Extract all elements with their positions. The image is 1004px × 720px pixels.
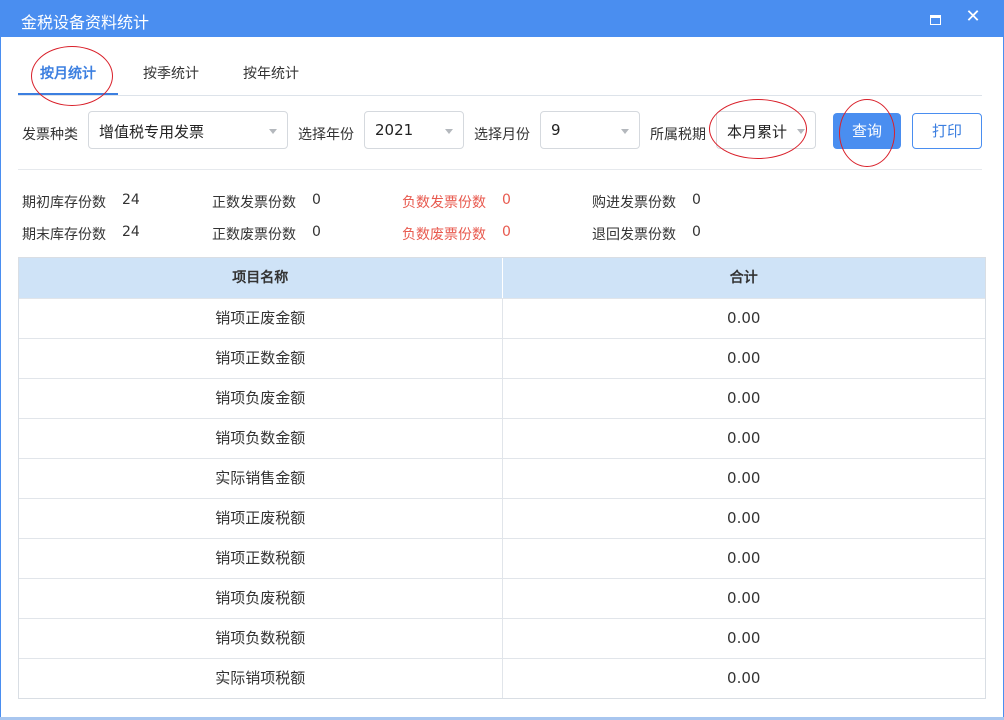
close-icon: ✕ — [965, 6, 981, 27]
header-total: 合计 — [729, 270, 758, 286]
row-name: 销项正数税额 — [19, 539, 503, 578]
row-total: 0.00 — [727, 629, 761, 647]
row-total: 0.00 — [727, 429, 761, 447]
year-value: 2021 — [375, 121, 414, 139]
negative-issued-label: 负数发票份数 — [402, 195, 486, 211]
purchased-label: 购进发票份数 — [592, 195, 676, 211]
negative-void-value: 0 — [502, 224, 511, 240]
table-row[interactable]: 销项正数税额 0.00 — [19, 538, 985, 578]
query-button[interactable]: 查询 — [833, 113, 901, 149]
row-total: 0.00 — [727, 509, 761, 527]
month-label: 选择月份 — [474, 127, 530, 143]
row-total: 0.00 — [727, 349, 761, 367]
row-total: 0.00 — [727, 389, 761, 407]
statistics-window: 金税设备资料统计 ✕ 按月统计 按季统计 按年统计 发票种类 增值税专用发票 选… — [0, 0, 1004, 720]
table-row[interactable]: 销项负数税额 0.00 — [19, 618, 985, 658]
summary-table: 项目名称 合计 销项正废金额 0.00 销项正数金额 0.00 销项负废金额 0.00… — [18, 257, 986, 699]
table-row[interactable]: 销项正废税额 0.00 — [19, 498, 985, 538]
chevron-down-icon — [445, 129, 453, 134]
returned-label: 退回发票份数 — [592, 227, 676, 243]
divider — [18, 169, 982, 170]
year-select[interactable]: 2021 — [364, 111, 464, 149]
row-name: 销项负废税额 — [19, 579, 503, 618]
close-button[interactable]: ✕ — [959, 5, 987, 33]
closing-stock-value: 24 — [122, 224, 140, 240]
positive-issued-value: 0 — [312, 192, 321, 208]
maximize-button[interactable] — [921, 5, 949, 33]
positive-issued-label: 正数发票份数 — [212, 195, 296, 211]
month-select[interactable]: 9 — [540, 111, 640, 149]
row-name: 销项负数税额 — [19, 619, 503, 658]
row-name: 销项正废金额 — [19, 299, 503, 338]
positive-void-value: 0 — [312, 224, 321, 240]
print-button[interactable]: 打印 — [912, 113, 982, 149]
row-total: 0.00 — [727, 469, 761, 487]
row-total: 0.00 — [727, 589, 761, 607]
table-row[interactable]: 实际销项税额 0.00 — [19, 658, 985, 698]
header-item-name: 项目名称 — [19, 258, 503, 298]
table-header: 项目名称 合计 — [19, 258, 985, 298]
invoice-type-value: 增值税专用发票 — [99, 123, 205, 141]
year-label: 选择年份 — [298, 127, 354, 143]
row-name: 销项正数金额 — [19, 339, 503, 378]
row-name: 实际销售金额 — [19, 459, 503, 498]
period-select[interactable]: 本月累计 — [716, 111, 816, 149]
row-name: 销项负废金额 — [19, 379, 503, 418]
period-value: 本月累计 — [727, 123, 788, 141]
window-title: 金税设备资料统计 — [21, 13, 150, 32]
table-row[interactable]: 销项负废税额 0.00 — [19, 578, 985, 618]
table-row[interactable]: 销项负废金额 0.00 — [19, 378, 985, 418]
table-row[interactable]: 销项正数金额 0.00 — [19, 338, 985, 378]
table-row[interactable]: 实际销售金额 0.00 — [19, 458, 985, 498]
returned-value: 0 — [692, 224, 701, 240]
row-name: 实际销项税额 — [19, 659, 503, 698]
row-name: 销项正废税额 — [19, 499, 503, 538]
tab-bar: 按月统计 按季统计 按年统计 — [18, 59, 982, 96]
chevron-down-icon — [269, 129, 277, 134]
positive-void-label: 正数废票份数 — [212, 227, 296, 243]
opening-stock-value: 24 — [122, 192, 140, 208]
negative-issued-value: 0 — [502, 192, 511, 208]
tab-yearly[interactable]: 按年统计 — [231, 59, 311, 95]
negative-void-label: 负数废票份数 — [402, 227, 486, 243]
chevron-down-icon — [621, 129, 629, 134]
row-total: 0.00 — [727, 549, 761, 567]
table-row[interactable]: 销项正废金额 0.00 — [19, 298, 985, 338]
tab-monthly[interactable]: 按月统计 — [18, 59, 118, 95]
closing-stock-label: 期末库存份数 — [22, 227, 106, 243]
invoice-type-select[interactable]: 增值税专用发票 — [88, 111, 288, 149]
row-total: 0.00 — [727, 309, 761, 327]
title-bar: 金税设备资料统计 ✕ — [1, 1, 1003, 37]
row-name: 销项负数金额 — [19, 419, 503, 458]
chevron-down-icon — [797, 129, 805, 134]
tab-quarterly[interactable]: 按季统计 — [131, 59, 211, 95]
opening-stock-label: 期初库存份数 — [22, 195, 106, 211]
period-label: 所属税期 — [650, 127, 706, 143]
month-value: 9 — [551, 121, 561, 139]
table-row[interactable]: 销项负数金额 0.00 — [19, 418, 985, 458]
purchased-value: 0 — [692, 192, 701, 208]
maximize-icon — [930, 15, 941, 25]
row-total: 0.00 — [727, 669, 761, 687]
invoice-type-label: 发票种类 — [22, 127, 78, 143]
